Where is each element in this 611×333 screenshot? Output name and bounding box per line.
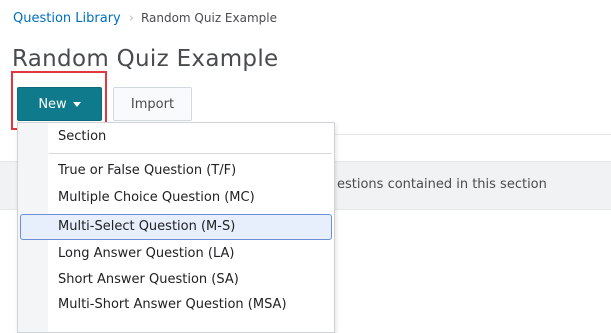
caret-down-icon <box>72 102 81 107</box>
menu-item-short-answer[interactable]: Short Answer Question (SA) <box>20 267 332 293</box>
new-button[interactable]: New <box>17 87 102 121</box>
import-button[interactable]: Import <box>113 87 192 121</box>
divider <box>335 134 611 135</box>
breadcrumb-separator-icon: › <box>128 11 134 26</box>
menu-item-multi-short-answer[interactable]: Multi-Short Answer Question (MSA) <box>20 296 332 326</box>
menu-item-multi-select[interactable]: Multi-Select Question (M-S) <box>20 214 332 240</box>
breadcrumb-link-question-library[interactable]: Question Library <box>13 11 121 26</box>
menu-item-multiple-choice[interactable]: Multiple Choice Question (MC) <box>20 185 332 211</box>
new-dropdown-menu: Section True or False Question (T/F) Mul… <box>17 122 335 333</box>
new-button-label: New <box>38 96 67 112</box>
breadcrumb: Question Library › Random Quiz Example <box>13 9 277 28</box>
import-button-label: Import <box>130 96 175 112</box>
menu-divider <box>49 153 332 154</box>
breadcrumb-current: Random Quiz Example <box>140 11 277 25</box>
menu-item-section[interactable]: Section <box>20 124 332 150</box>
section-info-text: estions contained in this section <box>337 177 547 192</box>
menu-item-true-false[interactable]: True or False Question (T/F) <box>20 158 332 184</box>
page-title: Random Quiz Example <box>12 46 279 72</box>
menu-item-long-answer[interactable]: Long Answer Question (LA) <box>20 241 332 267</box>
